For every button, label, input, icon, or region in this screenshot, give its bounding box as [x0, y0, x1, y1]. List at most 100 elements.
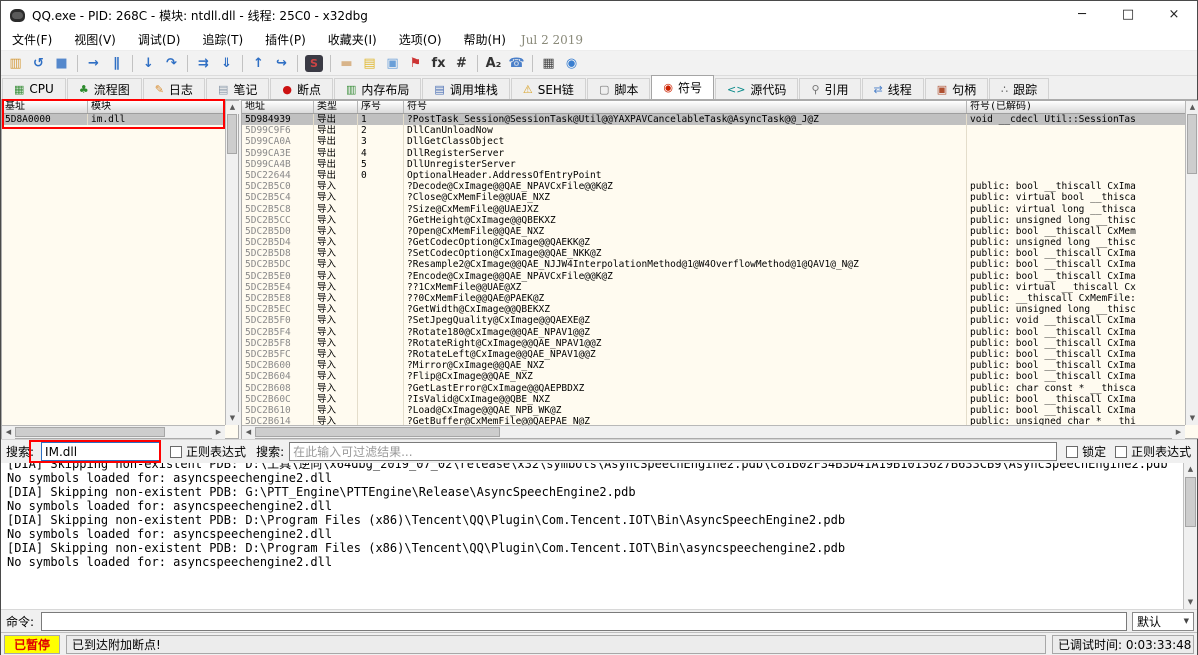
comments-icon[interactable]: ▤ [358, 53, 381, 74]
regex-checkbox-1[interactable]: 正则表达式 [170, 443, 246, 460]
tab-threads[interactable]: ⇄线程 [862, 78, 924, 99]
modules-col-module[interactable]: 模块 [88, 101, 227, 113]
patches-icon[interactable]: ▬ [335, 53, 358, 74]
menu-item-2[interactable]: 调试(D) [127, 33, 192, 47]
symbols-vertical-scrollbar[interactable]: ▲ ▼ [1185, 101, 1198, 425]
regex-checkbox-2[interactable]: 正则表达式 [1115, 443, 1191, 460]
stop-icon[interactable]: ■ [50, 53, 73, 74]
tab-graph[interactable]: ♣流程图 [67, 78, 142, 99]
symbols-col-address[interactable]: 地址 [242, 101, 314, 113]
tab-script[interactable]: ▢脚本 [587, 78, 650, 99]
maximize-button[interactable]: □ [1105, 1, 1151, 29]
symbol-row[interactable]: 5DC2B60C导入?IsValid@CxImage@@QBE_NXZpubli… [242, 394, 1198, 405]
symbol-row[interactable]: 5DC2B5C8导入?Size@CxMemFile@@UAEJXZpublic:… [242, 204, 1198, 215]
menu-item-7[interactable]: 帮助(H) [453, 33, 517, 47]
tab-notes[interactable]: ▤笔记 [206, 78, 269, 99]
run-to-user-code-icon[interactable]: ↪ [270, 53, 293, 74]
symbol-row[interactable]: 5DC2B608导入?GetLastError@CxImage@@QAEPBDX… [242, 383, 1198, 394]
tab-log[interactable]: ✎日志 [143, 78, 205, 99]
tab-cpu[interactable]: ▦CPU [2, 78, 66, 99]
symbol-row[interactable]: 5D99CA3E导出4DllRegisterServer [242, 148, 1198, 159]
menu-item-4[interactable]: 插件(P) [254, 33, 317, 47]
symbol-row[interactable]: 5DC2B5CC导入?GetHeight@CxImage@@QBEKXZpubl… [242, 215, 1198, 226]
menu-item-3[interactable]: 追踪(T) [191, 33, 254, 47]
symbols-col-symbol[interactable]: 符号 [404, 101, 967, 113]
tab-trace[interactable]: ∴跟踪 [989, 78, 1049, 99]
tab-source[interactable]: <>源代码 [715, 78, 798, 99]
command-profile-dropdown[interactable]: 默认 ▼ [1132, 612, 1194, 631]
tab-breakpoints[interactable]: ●断点 [270, 78, 333, 99]
tab-symbols[interactable]: ◉符号 [651, 75, 714, 99]
symbols-horizontal-scrollbar[interactable]: ◀ ▶ [242, 425, 1185, 438]
symbol-row[interactable]: 5DC2B5C0导入?Decode@CxImage@@QAE_NPAVCxFil… [242, 181, 1198, 192]
filter-input[interactable] [289, 442, 1057, 461]
symbol-row[interactable]: 5DC2B5EC导入?GetWidth@CxImage@@QBEKXZpubli… [242, 304, 1198, 315]
scroll-up-icon[interactable]: ▲ [226, 101, 239, 114]
step-out-icon[interactable]: ↑ [247, 53, 270, 74]
tab-references[interactable]: ⚲引用 [799, 78, 860, 99]
scroll-down-icon[interactable]: ▼ [1186, 412, 1198, 425]
strings-icon[interactable]: A₂ [482, 53, 505, 74]
tab-call-stack[interactable]: ▤调用堆栈 [422, 78, 509, 99]
pause-icon[interactable]: ∥ [105, 53, 128, 74]
symbol-row[interactable]: 5DC2B5E4导入??1CxMemFile@@UAE@XZpublic: vi… [242, 282, 1198, 293]
scroll-up-icon[interactable]: ▲ [1186, 101, 1198, 114]
checkbox-icon[interactable] [170, 446, 182, 458]
menu-item-6[interactable]: 选项(O) [388, 33, 453, 47]
menu-item-0[interactable]: 文件(F) [1, 33, 63, 47]
symbol-row[interactable]: 5DC2B5FC导入?RotateLeft@CxImage@@QAE_NPAV1… [242, 349, 1198, 360]
scroll-left-icon[interactable]: ◀ [2, 426, 15, 439]
symbol-row[interactable]: 5DC2B5C4导入?Close@CxMemFile@@UAE_NXZpubli… [242, 192, 1198, 203]
symbol-row[interactable]: 5DC2B5E0导入?Encode@CxImage@@QAE_NPAVCxFil… [242, 271, 1198, 282]
symbol-row[interactable]: 5DC2B604导入?Flip@CxImage@@QAE_NXZpublic: … [242, 371, 1198, 382]
restart-icon[interactable]: ↺ [27, 53, 50, 74]
symbols-col-type[interactable]: 类型 [314, 101, 358, 113]
functions-icon[interactable]: fx [427, 53, 450, 74]
scroll-down-icon[interactable]: ▼ [226, 412, 239, 425]
step-over-icon[interactable]: ↷ [160, 53, 183, 74]
checkbox-icon[interactable] [1115, 446, 1127, 458]
run-icon[interactable]: → [82, 53, 105, 74]
tab-handles[interactable]: ▣句柄 [925, 78, 988, 99]
symbol-row[interactable]: 5DC22644导出0OptionalHeader.AddressOfEntry… [242, 170, 1198, 181]
symbol-row[interactable]: 5DC2B5D0导入?Open@CxMemFile@@QAE_NXZpublic… [242, 226, 1198, 237]
symbol-row[interactable]: 5DC2B610导入?Load@CxImage@@QAE_NPB_WK@Zpub… [242, 405, 1198, 416]
open-file-icon[interactable]: ▥ [4, 53, 27, 74]
log-vertical-scrollbar[interactable]: ▲ ▼ [1183, 463, 1197, 609]
symbol-row[interactable]: 5DC2B600导入?Mirror@CxImage@@QAE_NXZpublic… [242, 360, 1198, 371]
scroll-left-icon[interactable]: ◀ [242, 426, 255, 439]
symbol-row[interactable]: 5DC2B5F8导入?RotateRight@CxImage@@QAE_NPAV… [242, 338, 1198, 349]
modules-vertical-scrollbar[interactable]: ▲ ▼ [225, 101, 238, 425]
execute-till-return-icon[interactable]: ⇓ [215, 53, 238, 74]
symbols-col-ordinal[interactable]: 序号 [358, 101, 404, 113]
scroll-right-icon[interactable]: ▶ [1172, 426, 1185, 439]
scroll-down-icon[interactable]: ▼ [1184, 596, 1197, 609]
step-into-icon[interactable]: ↓ [137, 53, 160, 74]
symbols-col-decoded[interactable]: 符号(已解码) [967, 101, 1187, 113]
bookmarks-icon[interactable]: ⚑ [404, 53, 427, 74]
symbol-row[interactable]: 5DC2B5DC导入?Resample2@CxImage@@QAE_NJJW4I… [242, 259, 1198, 270]
attach-icon[interactable]: ☎ [505, 53, 528, 74]
minimize-button[interactable]: ─ [1059, 1, 1105, 29]
symbol-row[interactable]: 5DC2B5F4导入?Rotate180@CxImage@@QAE_NPAV1@… [242, 327, 1198, 338]
close-button[interactable]: × [1151, 1, 1197, 29]
scroll-right-icon[interactable]: ▶ [212, 426, 225, 439]
symbol-row[interactable]: 5D99CA4B导出5DllUnregisterServer [242, 159, 1198, 170]
symbol-row[interactable]: 5DC2B5F0导入?SetJpegQuality@CxImage@@QAEXE… [242, 315, 1198, 326]
module-row[interactable]: 5D8A0000im.dll [2, 114, 238, 125]
website-icon[interactable]: ◉ [560, 53, 583, 74]
menu-item-1[interactable]: 视图(V) [63, 33, 127, 47]
command-input[interactable] [41, 612, 1127, 631]
checkbox-icon[interactable] [1066, 446, 1078, 458]
animate-into-icon[interactable]: ⇉ [192, 53, 215, 74]
calculator-icon[interactable]: ▦ [537, 53, 560, 74]
menu-item-5[interactable]: 收藏夹(I) [317, 33, 388, 47]
tab-seh[interactable]: ⚠SEH链 [511, 78, 586, 99]
symbol-row[interactable]: 5D99CA0A导出3DllGetClassObject [242, 136, 1198, 147]
symbol-row[interactable]: 5D99C9F6导出2DllCanUnloadNow [242, 125, 1198, 136]
tab-memory-map[interactable]: ▥内存布局 [334, 78, 421, 99]
symbol-row[interactable]: 5DC2B5D4导入?GetCodecOption@CxImage@@QAEKK… [242, 237, 1198, 248]
scroll-up-icon[interactable]: ▲ [1184, 463, 1197, 476]
modules-col-base[interactable]: 基址 [2, 101, 88, 113]
types-icon[interactable]: # [450, 53, 473, 74]
